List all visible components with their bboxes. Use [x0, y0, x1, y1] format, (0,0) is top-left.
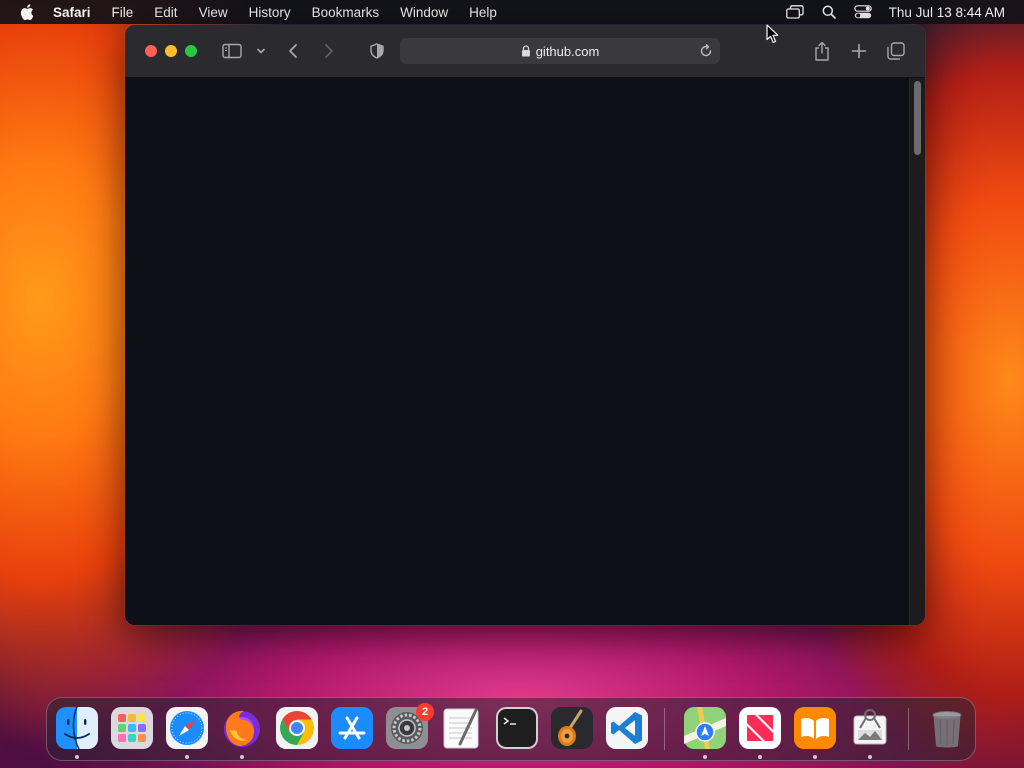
menu-history[interactable]: History: [249, 5, 291, 20]
forward-chevron-icon[interactable]: [321, 41, 337, 61]
menu-app-name[interactable]: Safari: [53, 5, 91, 20]
app-store-icon[interactable]: [330, 706, 374, 750]
safari-toolbar: github.com: [125, 25, 925, 78]
menu-view[interactable]: View: [199, 5, 228, 20]
trash-icon[interactable]: [925, 706, 969, 750]
scrollbar-thumb[interactable]: [914, 81, 921, 155]
preview-icon[interactable]: [848, 706, 892, 750]
address-bar[interactable]: github.com: [400, 38, 720, 64]
vertical-scrollbar[interactable]: [909, 78, 925, 625]
terminal-icon[interactable]: [495, 706, 539, 750]
menu-bar: Safari File Edit View History Bookmarks …: [0, 0, 1024, 24]
system-settings-badge: 2: [416, 703, 434, 721]
menu-edit[interactable]: Edit: [154, 5, 177, 20]
web-page-content[interactable]: [125, 78, 910, 625]
menu-help[interactable]: Help: [469, 5, 497, 20]
books-running-indicator: [813, 755, 817, 759]
menu-window[interactable]: Window: [400, 5, 448, 20]
back-chevron-icon[interactable]: [285, 41, 301, 61]
firefox-icon[interactable]: [220, 706, 264, 750]
share-icon[interactable]: [812, 40, 832, 62]
menu-bookmarks[interactable]: Bookmarks: [312, 5, 380, 20]
safari-window: github.com: [125, 25, 925, 625]
news-running-indicator: [758, 755, 762, 759]
finder-running-indicator: [75, 755, 79, 759]
tab-group-chevron-down-icon[interactable]: [255, 45, 267, 57]
finder-icon[interactable]: [55, 706, 99, 750]
firefox-running-indicator: [240, 755, 244, 759]
dock-separator: [908, 708, 909, 750]
garageband-icon[interactable]: [550, 706, 594, 750]
dock: 2: [46, 697, 976, 761]
safari-running-indicator: [185, 755, 189, 759]
reload-icon[interactable]: [698, 43, 714, 59]
mouse-pointer-icon: [766, 24, 780, 44]
new-tab-plus-icon[interactable]: [849, 41, 869, 61]
screen-mirroring-icon[interactable]: [785, 2, 805, 22]
textedit-icon[interactable]: [440, 706, 484, 750]
control-center-icon[interactable]: [853, 2, 873, 22]
spotlight-search-icon[interactable]: [819, 2, 839, 22]
maximize-window-button[interactable]: [185, 45, 197, 57]
launchpad-icon[interactable]: [110, 706, 154, 750]
news-icon[interactable]: [738, 706, 782, 750]
address-bar-url: github.com: [535, 43, 600, 59]
sidebar-toggle-icon[interactable]: [222, 41, 242, 61]
apple-menu-icon[interactable]: [18, 0, 36, 24]
dock-separator: [664, 708, 665, 750]
vscode-icon[interactable]: [605, 706, 649, 750]
tab-overview-icon[interactable]: [886, 41, 906, 61]
maps-running-indicator: [703, 755, 707, 759]
books-icon[interactable]: [793, 706, 837, 750]
minimize-window-button[interactable]: [165, 45, 177, 57]
menu-bar-clock[interactable]: Thu Jul 13 8:44 AM: [889, 5, 1005, 20]
safari-icon[interactable]: [165, 706, 209, 750]
preview-running-indicator: [868, 755, 872, 759]
privacy-shield-icon[interactable]: [368, 42, 386, 60]
lock-icon: [521, 45, 531, 57]
chrome-icon[interactable]: [275, 706, 319, 750]
menu-file[interactable]: File: [112, 5, 134, 20]
maps-icon[interactable]: [683, 706, 727, 750]
close-window-button[interactable]: [145, 45, 157, 57]
